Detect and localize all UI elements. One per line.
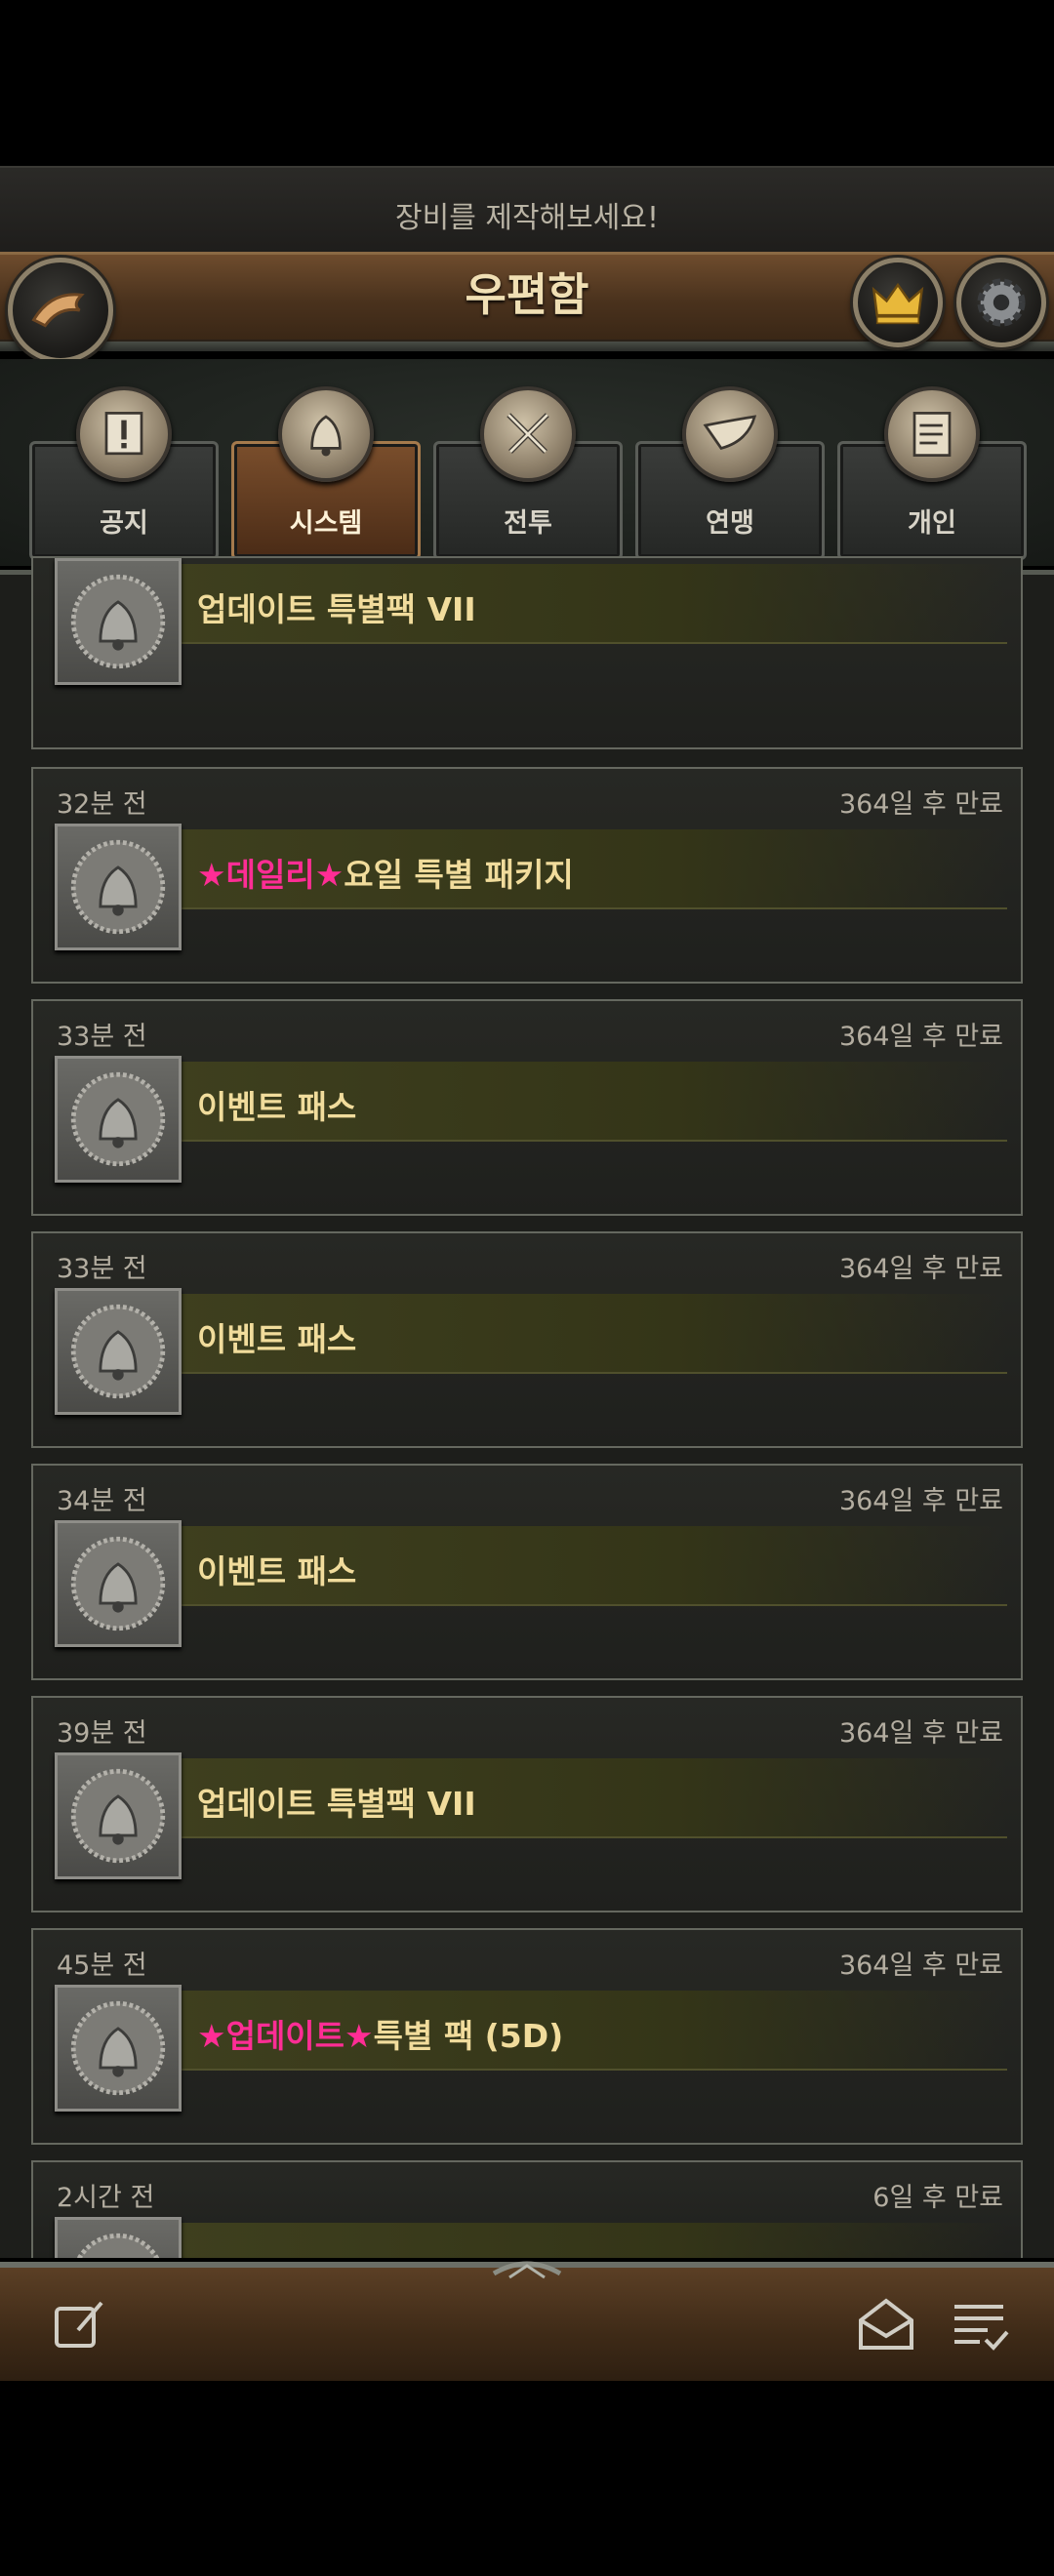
letter-icon [884,386,980,482]
mail-expiry: 364일 후 만료 [838,789,1003,820]
tab-label: 시스템 [289,508,363,539]
mail-expiry: 364일 후 만료 [838,1254,1003,1284]
mail-time: 2시간 전 [57,2183,155,2213]
mail-time: 34분 전 [57,1486,147,1516]
mail-subject-text: 특별 팩 (5D) [373,2017,564,2055]
mail-subject-highlight: ★데일리★ [197,856,345,894]
mail-subject: ★데일리★요일 특별 패키지 [197,849,574,896]
mail-subject-bar: 이벤트 패스 [178,1062,1007,1142]
mail-expiry: 364일 후 만료 [838,1718,1003,1749]
open-envelope-icon[interactable] [855,2293,917,2355]
mail-time: 45분 전 [57,1951,147,1981]
bell-icon [55,1056,182,1183]
bell-icon [278,386,374,482]
tab-label: 공지 [100,508,148,539]
mail-subject: 업데이트 특별팩 VII [197,1778,476,1825]
navigation-area [0,2381,1054,2576]
settings-button[interactable] [956,258,1046,347]
mail-expiry: 364일 후 만료 [838,1951,1003,1981]
mail-item[interactable]: 34분 전 364일 후 만료이벤트 패스 [31,1464,1023,1680]
mail-subject: 업데이트 특별팩 VII [197,584,476,630]
mail-item[interactable]: 39분 전 364일 후 만료업데이트 특별팩 VII [31,1696,1023,1912]
bell-icon [55,824,182,950]
mail-subject-bar: 이벤트 패스 [178,1294,1007,1374]
mail-time: 32분 전 [57,789,147,820]
ranking-button[interactable] [853,258,943,347]
hint-banner-text: 장비를 제작해보세요! [395,201,659,235]
mail-subject-bar: 업데이트 특별팩 VII [178,564,1007,644]
tab-label: 연맹 [706,508,754,539]
mail-subject-text: 이벤트 패스 [197,1552,357,1590]
mail-item[interactable]: 32분 전 364일 후 만료 ★데일리★요일 특별 패키지 [31,767,1023,984]
mail-subject: ★업데이트★특별 팩 (5D) [197,2010,563,2057]
mail-subject: 이벤트 패스 [197,1081,356,1128]
mail-subject-text: 요일 특별 패키지 [344,856,574,894]
mail-time: 39분 전 [57,1718,147,1749]
tab-label: 개인 [908,508,956,539]
bell-icon [55,1520,182,1647]
mail-subject-bar: ★업데이트★특별 팩 (5D) [178,1991,1007,2071]
mail-subject-bar [178,2223,1007,2258]
mail-subject-text: 이벤트 패스 [197,1320,357,1358]
bell-icon [55,1985,182,2112]
mail-subject-bar: 이벤트 패스 [178,1526,1007,1606]
bell-icon [55,2217,182,2258]
bell-icon [55,1752,182,1879]
collapse-chevron-icon[interactable] [488,2252,566,2281]
mail-item[interactable]: 업데이트 특별팩 VII [31,556,1023,749]
mail-item[interactable]: 33분 전 364일 후 만료이벤트 패스 [31,1231,1023,1448]
horn-icon [682,386,778,482]
mail-time: 33분 전 [57,1022,147,1052]
bell-icon [55,558,182,685]
mail-expiry: 364일 후 만료 [838,1486,1003,1516]
crown-icon [872,282,924,325]
checklist-icon[interactable] [949,2293,1011,2355]
tab-label: 전투 [504,508,552,539]
notice-icon [76,386,172,482]
back-button[interactable] [8,258,113,363]
mail-expiry: 364일 후 만료 [838,1022,1003,1052]
mail-subject-bar: ★데일리★요일 특별 패키지 [178,829,1007,909]
mail-subject-bar: 업데이트 특별팩 VII [178,1758,1007,1838]
mail-subject-text: 업데이트 특별팩 VII [197,590,476,628]
compose-icon[interactable] [49,2293,111,2355]
mail-subject: 이벤트 패스 [197,1546,356,1592]
mail-time: 33분 전 [57,1254,147,1284]
back-arrow-icon [31,293,85,328]
mail-expiry: 6일 후 만료 [872,2183,1003,2213]
mail-subject-text: 업데이트 특별팩 VII [197,1785,476,1823]
crossed-swords-icon [480,386,576,482]
bell-icon [55,1288,182,1415]
mail-item[interactable]: 33분 전 364일 후 만료이벤트 패스 [31,999,1023,1216]
mailbox-screen: 장비를 제작해보세요! 우편함 공지 시스템 전투 연맹 개인 업데이트 특별팩… [0,0,1054,2576]
mail-subject-highlight: ★업데이트★ [197,2017,374,2055]
mail-item[interactable]: 2시간 전 6일 후 만료 [31,2160,1023,2258]
mail-item[interactable]: 45분 전 364일 후 만료 ★업데이트★특별 팩 (5D) [31,1928,1023,2145]
mail-subject: 이벤트 패스 [197,1313,356,1360]
status-area [0,0,1054,166]
gear-icon [977,278,1026,327]
mail-subject-text: 이벤트 패스 [197,1088,357,1126]
